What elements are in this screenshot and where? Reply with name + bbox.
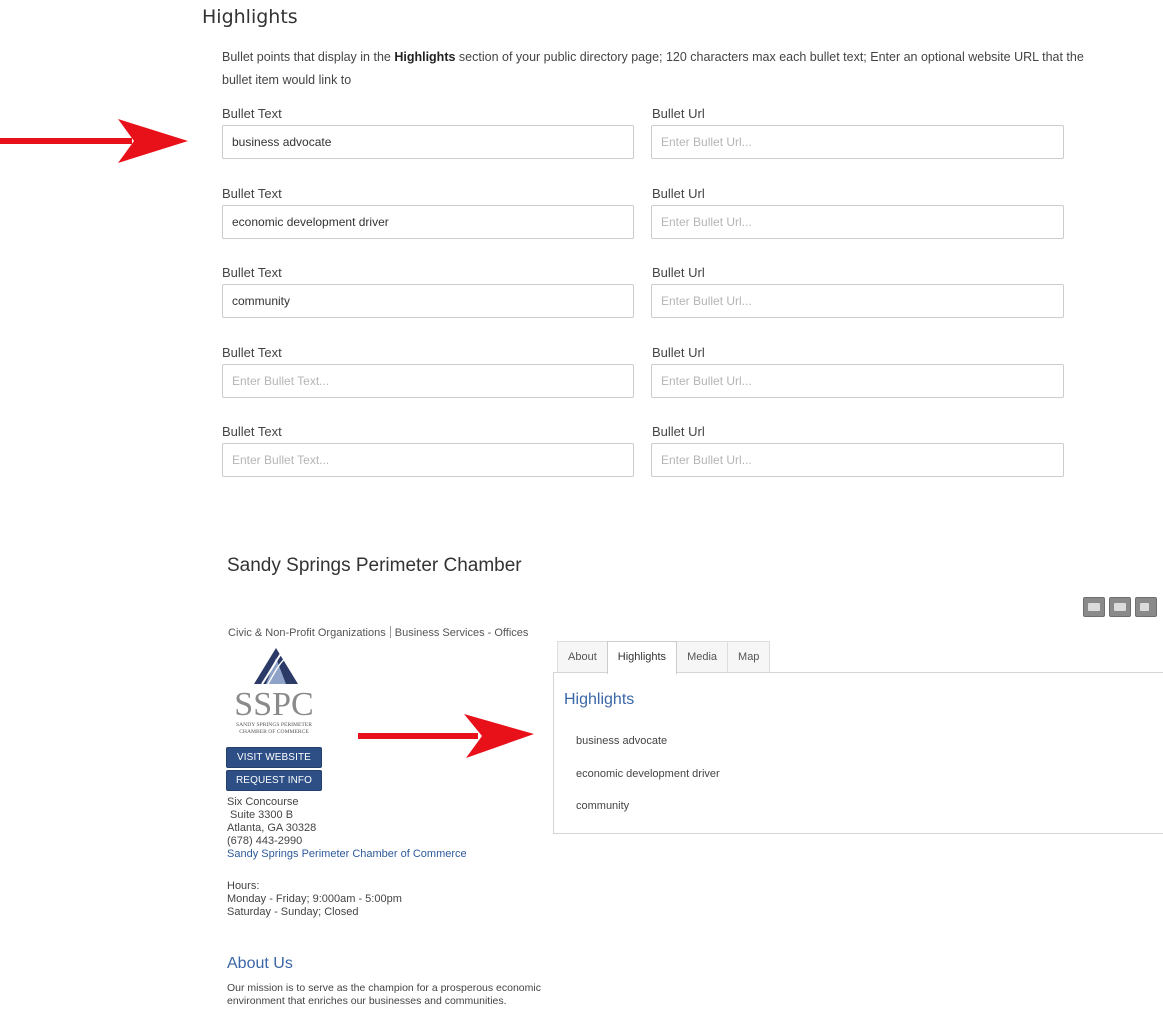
sspc-logo: SSPC SANDY SPRINGS PERIMETER CHAMBER OF … [234, 648, 314, 735]
email-icon[interactable] [1109, 597, 1131, 617]
logo-line-1: SANDY SPRINGS PERIMETER [236, 722, 312, 728]
print-icon[interactable] [1083, 597, 1105, 617]
description-bold: Highlights [394, 50, 456, 64]
visit-website-button[interactable]: VISIT WEBSITE [226, 747, 322, 768]
bullet-text-label-2: Bullet Text [222, 186, 282, 201]
bullet-text-label-1: Bullet Text [222, 106, 282, 121]
red-arrow-icon [0, 119, 188, 163]
bullet-text-label-3: Bullet Text [222, 265, 282, 280]
hours-line: Saturday - Sunday; Closed [227, 906, 359, 918]
hours-label: Hours: [227, 880, 260, 892]
category-link[interactable]: Business Services - Offices [395, 627, 529, 639]
bullet-url-input-2[interactable] [651, 205, 1064, 239]
bullet-url-label-2: Bullet Url [652, 186, 705, 201]
bullet-url-input-1[interactable] [651, 125, 1064, 159]
logo-line-2: CHAMBER OF COMMERCE [239, 729, 309, 735]
highlight-item: economic development driver [576, 768, 720, 780]
bullet-text-input-1[interactable] [222, 125, 634, 159]
panel-title: Highlights [564, 691, 635, 708]
address-line: Suite 3300 B [227, 809, 294, 821]
bullet-text-input-3[interactable] [222, 284, 634, 318]
highlight-item: community [576, 800, 630, 812]
about-us-title: About Us [227, 955, 293, 972]
about-us-text: Our mission is to serve as the champion … [227, 982, 541, 1007]
bullet-url-input-5[interactable] [651, 443, 1064, 477]
category-link[interactable]: Civic & Non-Profit Organizations [228, 627, 386, 639]
logo-letters: SSPC [234, 686, 313, 723]
address-line: Six Concourse [227, 796, 299, 808]
section-description: Bullet points that display in the Highli… [222, 46, 1092, 92]
bullet-text-input-2[interactable] [222, 205, 634, 239]
organization-link[interactable]: Sandy Springs Perimeter Chamber of Comme… [227, 848, 467, 861]
tab-bar: About Highlights Media Map [557, 641, 771, 674]
share-toolbar [1083, 597, 1157, 617]
highlight-item: business advocate [576, 735, 668, 747]
bullet-text-label-4: Bullet Text [222, 345, 282, 360]
request-info-button[interactable]: REQUEST INFO [226, 770, 322, 791]
tab-map[interactable]: Map [727, 641, 771, 672]
hours-line: Monday - Friday; 9:000am - 5:00pm [227, 893, 402, 905]
phone-number: (678) 443-2990 [227, 835, 303, 847]
bullet-url-label-3: Bullet Url [652, 265, 705, 280]
category-divider [389, 626, 391, 638]
bullet-url-label-5: Bullet Url [652, 424, 705, 439]
tab-about[interactable]: About [557, 641, 608, 672]
bullet-text-input-5[interactable] [222, 443, 634, 477]
address-block: Six Concourse Suite 3300 B Atlanta, GA 3… [227, 796, 467, 861]
bullet-url-label-4: Bullet Url [652, 345, 705, 360]
tab-panel [553, 672, 1163, 834]
category-list: Civic & Non-Profit Organizations Business… [228, 626, 528, 639]
description-text: Bullet points that display in the [222, 50, 395, 64]
tab-media[interactable]: Media [676, 641, 729, 672]
bullet-url-input-4[interactable] [651, 364, 1064, 398]
address-line: Atlanta, GA 30328 [227, 822, 317, 834]
bullet-text-input-4[interactable] [222, 364, 634, 398]
organization-name: Sandy Springs Perimeter Chamber [227, 555, 522, 576]
section-title: Highlights [202, 6, 298, 28]
bullet-url-label-1: Bullet Url [652, 106, 705, 121]
tab-highlights[interactable]: Highlights [606, 641, 678, 674]
red-arrow-icon [358, 714, 534, 758]
hours-block: Hours: Monday - Friday; 9:000am - 5:00pm… [227, 880, 402, 919]
bullet-url-input-3[interactable] [651, 284, 1064, 318]
bullet-text-label-5: Bullet Text [222, 424, 282, 439]
share-icon[interactable] [1135, 597, 1157, 617]
